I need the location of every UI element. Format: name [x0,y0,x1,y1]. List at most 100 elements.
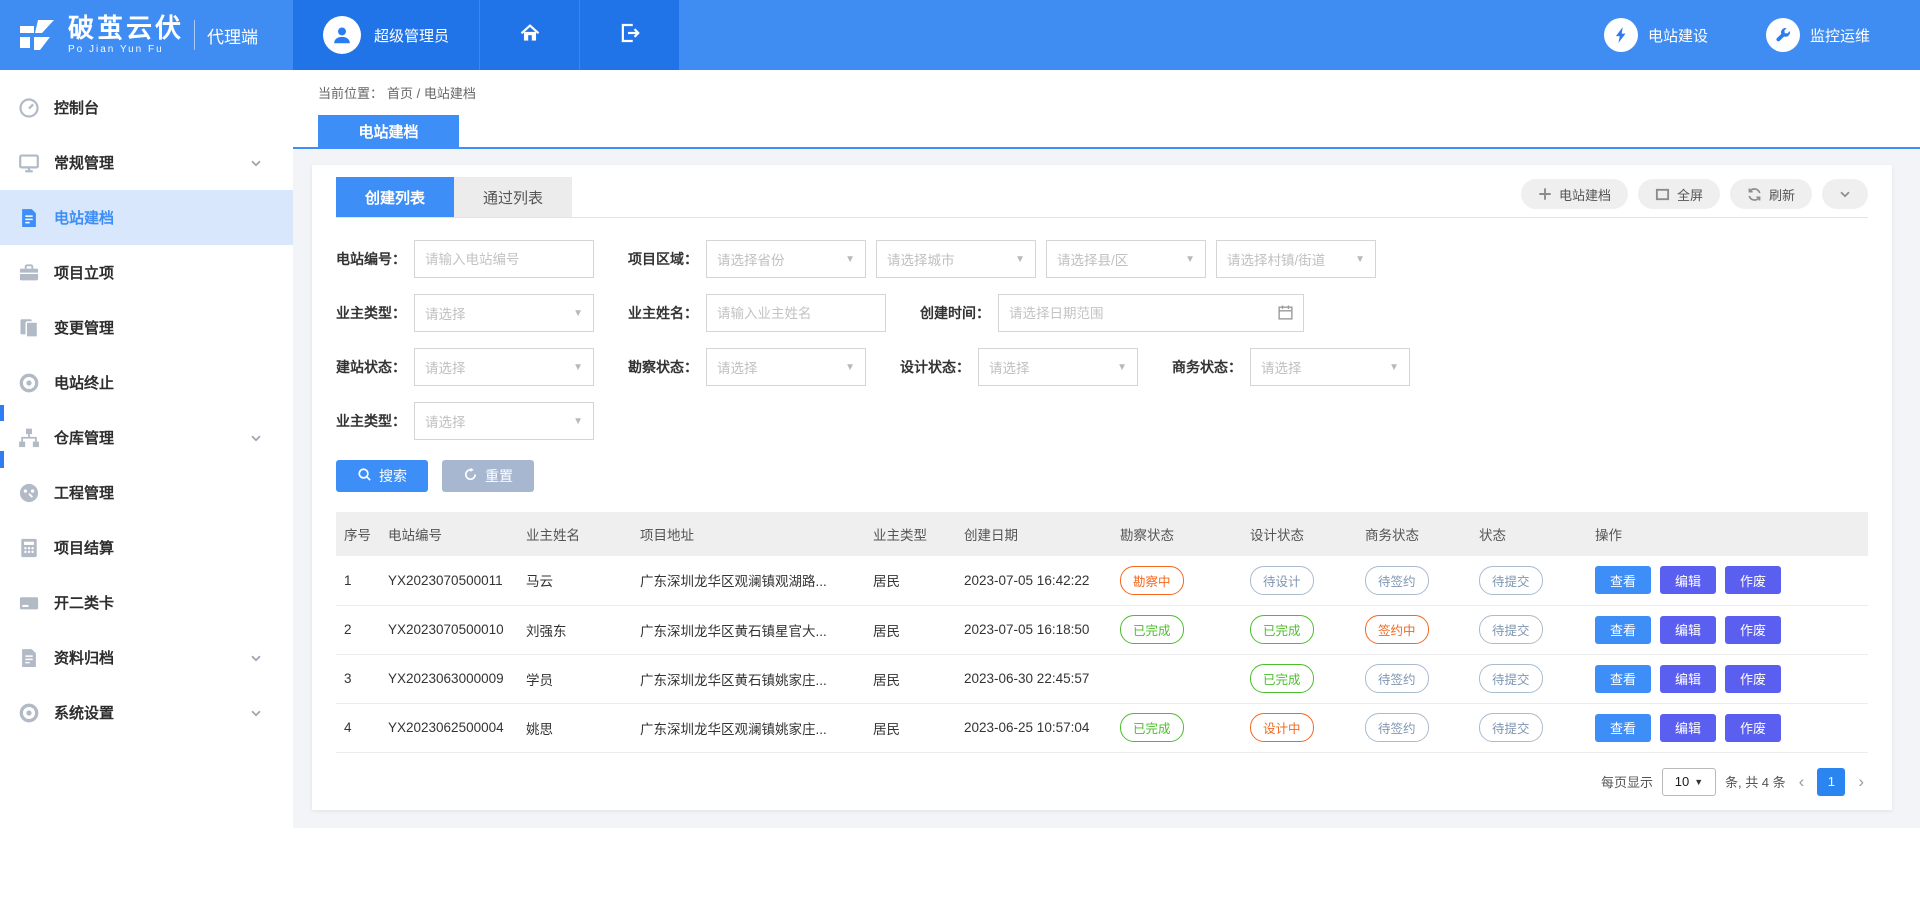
filter-text-input[interactable] [706,294,886,332]
chevron-down-icon: ▼ [1117,362,1127,373]
edit-button[interactable]: 编辑 [1660,566,1716,594]
logout-button[interactable] [579,0,679,70]
page-tab[interactable]: 电站建档 [318,115,459,147]
sidebar-item-11[interactable]: 系统设置 [0,685,293,740]
filter-select[interactable]: 请选择▼ [414,402,594,440]
select-placeholder: 请选择 [717,357,758,377]
cell-station-no: YX2023063000009 [380,654,518,703]
status-badge: 待提交 [1479,713,1543,742]
table-header: 序号电站编号业主姓名项目地址业主类型创建日期勘察状态设计状态商务状态状态操作 [336,512,1868,556]
filter-select[interactable]: 请选择▼ [414,294,594,332]
sidebar-item-6[interactable]: 仓库管理 [0,410,293,465]
breadcrumb-path[interactable]: 首页 / 电站建档 [387,83,476,102]
status-badge: 已完成 [1120,713,1184,742]
cell-business-status: 签约中 [1357,605,1471,654]
header-link-1[interactable]: 监控运维 [1766,18,1870,52]
table-row: 3YX2023063000009学员广东深圳龙华区黄石镇姚家庄...居民2023… [336,654,1868,703]
toolbar-button-2[interactable]: 刷新 [1730,179,1812,209]
void-button[interactable]: 作废 [1725,665,1781,693]
tab-1[interactable]: 通过列表 [454,177,572,217]
toolbar-button-label: 全屏 [1677,185,1703,204]
sidebar-item-1[interactable]: 常规管理 [0,135,293,190]
per-page-select[interactable]: 10 ▼ [1662,768,1716,796]
filter-field: 建站状态：请选择▼ [336,348,594,386]
filter-select[interactable]: 请选择▼ [414,348,594,386]
filter-select[interactable]: 请选择省份▼ [706,240,866,278]
column-header: 商务状态 [1357,512,1471,556]
filter-select[interactable]: 请选择▼ [706,348,866,386]
column-header: 状态 [1471,512,1587,556]
sidebar-item-3[interactable]: 项目立项 [0,245,293,300]
filter-select[interactable]: 请选择▼ [978,348,1138,386]
filter-select[interactable]: 请选择▼ [1250,348,1410,386]
cell-owner-name: 学员 [518,654,632,703]
sidebar-item-7[interactable]: 工程管理 [0,465,293,520]
sidebar-item-5[interactable]: 电站终止 [0,355,293,410]
page-number-button[interactable]: 1 [1817,768,1845,796]
view-button[interactable]: 查看 [1595,616,1651,644]
void-button[interactable]: 作废 [1725,714,1781,742]
filter-select[interactable]: 请选择城市▼ [876,240,1036,278]
filter-select[interactable]: 请选择县/区▼ [1046,240,1206,278]
sidebar-item-9[interactable]: 开二类卡 [0,575,293,630]
filter-label: 商务状态： [1172,357,1242,377]
edit-button[interactable]: 编辑 [1660,616,1716,644]
cell-station-no: YX2023062500004 [380,703,518,752]
edit-button[interactable]: 编辑 [1660,714,1716,742]
column-header: 电站编号 [380,512,518,556]
header-link-label: 监控运维 [1810,25,1870,46]
date-range-input[interactable] [999,295,1303,331]
sidebar-item-8[interactable]: 项目结算 [0,520,293,575]
header-link-0[interactable]: 电站建设 [1604,18,1708,52]
prev-page-button[interactable]: ‹ [1795,772,1809,792]
sidebar-item-0[interactable]: 控制台 [0,80,293,135]
view-button[interactable]: 查看 [1595,714,1651,742]
date-range-field [998,294,1304,332]
plus-icon [1538,187,1552,201]
sidebar-item-label: 控制台 [54,97,99,118]
sidebar-item-4[interactable]: 变更管理 [0,300,293,355]
search-button[interactable]: 搜索 [336,460,428,492]
void-button[interactable]: 作废 [1725,616,1781,644]
sidebar-item-2[interactable]: 电站建档 [0,190,293,245]
cell-design-status: 已完成 [1242,605,1357,654]
logo-area: 破茧云伏 Po Jian Yun Fu 代理端 [0,0,293,70]
user-menu[interactable]: 超级管理员 [293,0,479,70]
sidebar-item-10[interactable]: 资料归档 [0,630,293,685]
cell-station-no: YX2023070500010 [380,605,518,654]
toolbar-button-0[interactable]: 电站建档 [1521,179,1628,209]
filter-label: 创建时间： [920,303,990,323]
next-page-button[interactable]: › [1854,772,1868,792]
sidebar-scrollbar-thumb[interactable] [0,405,4,421]
filter-field: 设计状态：请选择▼ [900,348,1138,386]
tab-0[interactable]: 创建列表 [336,177,454,217]
briefcase-icon [18,261,42,285]
select-placeholder: 请选择 [425,357,466,377]
sidebar-item-label: 常规管理 [54,152,114,173]
sidebar-scrollbar-thumb[interactable] [0,451,4,468]
home-button[interactable] [479,0,579,70]
top-header: 破茧云伏 Po Jian Yun Fu 代理端 超级管理员 电站建设 监控运维 [0,0,1920,70]
cell-address: 广东深圳龙华区黄石镇星官大... [632,605,865,654]
toolbar-button-1[interactable]: 全屏 [1638,179,1720,209]
filter-select[interactable]: 请选择村镇/街道▼ [1216,240,1376,278]
select-placeholder: 请选择 [425,303,466,323]
dashboard-icon [18,96,42,120]
filter-field: 创建时间： [920,294,1304,332]
cell-owner-type: 居民 [865,556,956,605]
view-button[interactable]: 查看 [1595,566,1651,594]
void-button[interactable]: 作废 [1725,566,1781,594]
chevron-down-icon: ▼ [1694,777,1703,787]
logo-mark-icon [16,14,58,56]
filter-field: 业主姓名： [628,294,886,332]
edit-button[interactable]: 编辑 [1660,665,1716,693]
cell-status-status: 待提交 [1471,703,1587,752]
view-button[interactable]: 查看 [1595,665,1651,693]
card-icon [18,591,42,615]
filter-field: 勘察状态：请选择▼ [628,348,866,386]
filter-text-input[interactable] [414,240,594,278]
reset-button[interactable]: 重置 [442,460,534,492]
status-badge: 签约中 [1365,615,1429,644]
toolbar-button-3[interactable] [1822,179,1868,209]
cell-actions: 查看编辑作废 [1587,703,1868,752]
